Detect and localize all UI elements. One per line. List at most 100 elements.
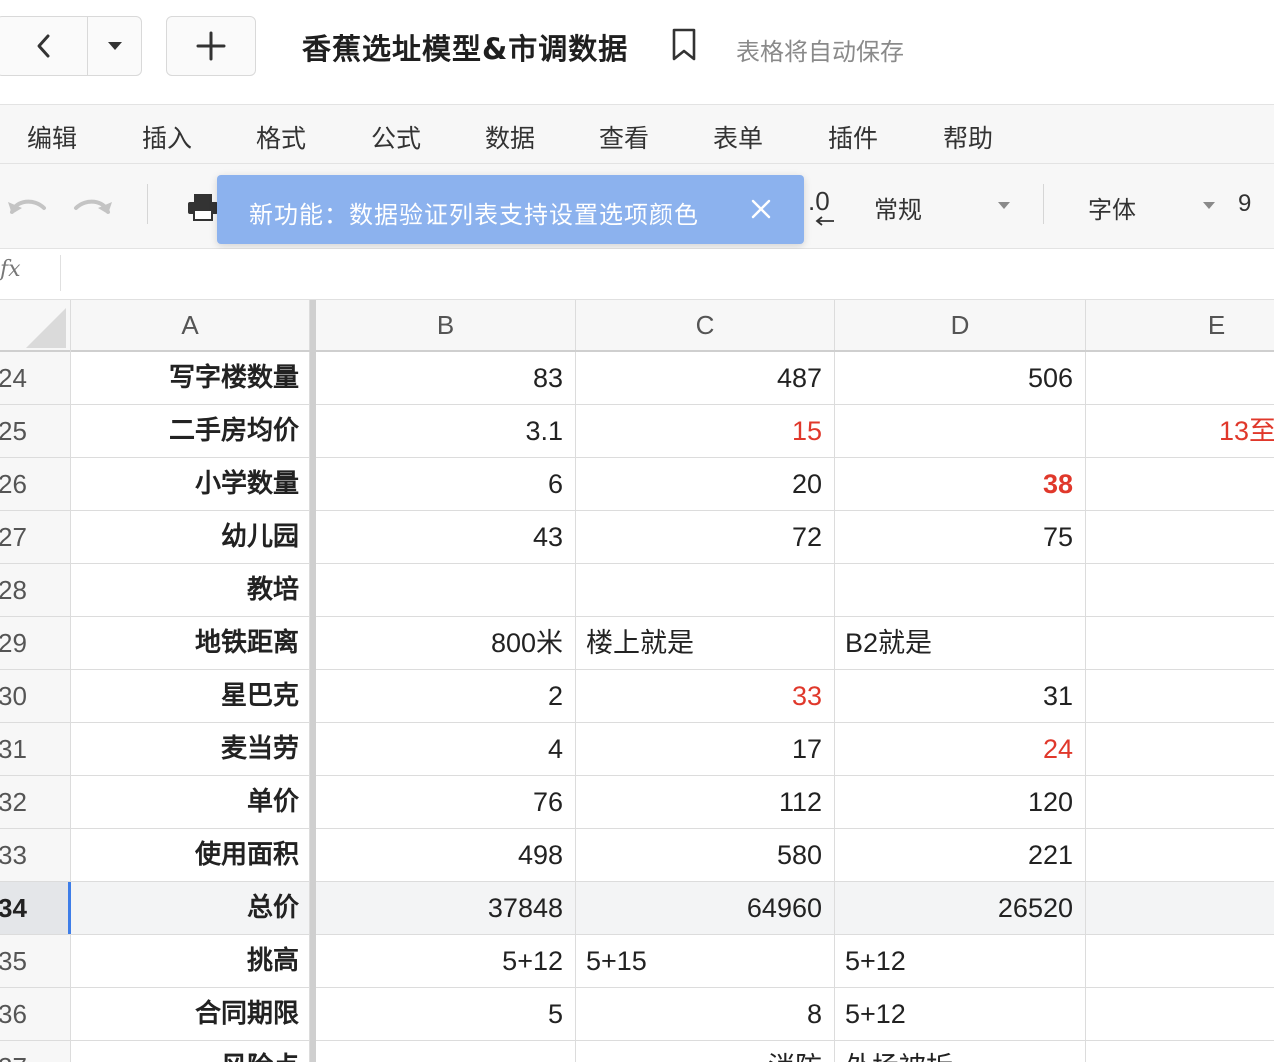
- cell-c27[interactable]: 72: [576, 511, 835, 563]
- cell-e37[interactable]: [1086, 1041, 1274, 1062]
- cell-b28[interactable]: [316, 564, 576, 616]
- cell-c34[interactable]: 64960: [576, 882, 835, 934]
- formula-input[interactable]: [72, 259, 1262, 289]
- cell-d24[interactable]: 506: [835, 352, 1086, 404]
- cell-a27[interactable]: 幼儿园: [71, 511, 310, 563]
- row-header[interactable]: 30: [0, 670, 71, 722]
- redo-icon[interactable]: [72, 192, 114, 218]
- cell-b31[interactable]: 4: [316, 723, 576, 775]
- column-header-a[interactable]: A: [71, 300, 310, 350]
- bookmark-icon[interactable]: [670, 28, 698, 62]
- cell-a25[interactable]: 二手房均价: [71, 405, 310, 457]
- row-header[interactable]: 27: [0, 511, 71, 563]
- cell-c25[interactable]: 15: [576, 405, 835, 457]
- cell-d31[interactable]: 24: [835, 723, 1086, 775]
- row-header[interactable]: 24: [0, 352, 71, 404]
- cell-b33[interactable]: 498: [316, 829, 576, 881]
- cell-a36[interactable]: 合同期限: [71, 988, 310, 1040]
- row-header[interactable]: 37: [0, 1041, 71, 1062]
- row-header[interactable]: 26: [0, 458, 71, 510]
- cell-c36[interactable]: 8: [576, 988, 835, 1040]
- cell-c30[interactable]: 33: [576, 670, 835, 722]
- row-header[interactable]: 25: [0, 405, 71, 457]
- row-header[interactable]: 32: [0, 776, 71, 828]
- cell-b32[interactable]: 76: [316, 776, 576, 828]
- cell-a33[interactable]: 使用面积: [71, 829, 310, 881]
- cell-b29[interactable]: 800米: [316, 617, 576, 669]
- new-document-button[interactable]: [166, 16, 256, 76]
- cell-d32[interactable]: 120: [835, 776, 1086, 828]
- cell-e30[interactable]: [1086, 670, 1274, 722]
- row-header[interactable]: 36: [0, 988, 71, 1040]
- cell-d30[interactable]: 31: [835, 670, 1086, 722]
- cell-c37[interactable]: 消防: [576, 1041, 835, 1062]
- frozen-column-divider[interactable]: [310, 300, 316, 1062]
- cell-c31[interactable]: 17: [576, 723, 835, 775]
- menu-data[interactable]: 数据: [485, 119, 535, 155]
- cell-c28[interactable]: [576, 564, 835, 616]
- menu-format[interactable]: 格式: [256, 119, 306, 155]
- column-header-c[interactable]: C: [576, 300, 835, 350]
- cell-e26[interactable]: [1086, 458, 1274, 510]
- select-all-corner[interactable]: [0, 300, 71, 352]
- cell-b35[interactable]: 5+12: [316, 935, 576, 987]
- menu-help[interactable]: 帮助: [943, 119, 993, 155]
- cell-a37[interactable]: 风险点: [71, 1041, 310, 1062]
- row-header[interactable]: 28: [0, 564, 71, 616]
- cell-a28[interactable]: 教培: [71, 564, 310, 616]
- menu-view[interactable]: 查看: [599, 119, 649, 155]
- cell-d29[interactable]: B2就是: [835, 617, 1086, 669]
- print-icon[interactable]: [186, 192, 220, 222]
- column-header-d[interactable]: D: [835, 300, 1086, 350]
- cell-e32[interactable]: [1086, 776, 1274, 828]
- cell-d25[interactable]: [835, 405, 1086, 457]
- row-header[interactable]: 33: [0, 829, 71, 881]
- cell-c26[interactable]: 20: [576, 458, 835, 510]
- row-header[interactable]: 35: [0, 935, 71, 987]
- column-header-e[interactable]: E: [1086, 300, 1274, 350]
- cell-e35[interactable]: [1086, 935, 1274, 987]
- cell-e33[interactable]: [1086, 829, 1274, 881]
- cell-a30[interactable]: 星巴克: [71, 670, 310, 722]
- cell-a32[interactable]: 单价: [71, 776, 310, 828]
- cell-e31[interactable]: [1086, 723, 1274, 775]
- back-button[interactable]: [1, 17, 87, 75]
- cell-b25[interactable]: 3.1: [316, 405, 576, 457]
- font-size-select[interactable]: 9: [1238, 190, 1251, 218]
- cell-e24[interactable]: [1086, 352, 1274, 404]
- cell-d27[interactable]: 75: [835, 511, 1086, 563]
- cell-b24[interactable]: 83: [316, 352, 576, 404]
- cell-d26[interactable]: 38: [835, 458, 1086, 510]
- increase-decimal-button[interactable]: .0: [808, 186, 830, 217]
- cell-b27[interactable]: 43: [316, 511, 576, 563]
- cell-a31[interactable]: 麦当劳: [71, 723, 310, 775]
- cell-d37[interactable]: 外场被拆: [835, 1041, 1086, 1062]
- undo-icon[interactable]: [6, 192, 48, 218]
- cell-b36[interactable]: 5: [316, 988, 576, 1040]
- cell-d33[interactable]: 221: [835, 829, 1086, 881]
- menu-edit[interactable]: 编辑: [27, 119, 77, 155]
- cell-d34[interactable]: 26520: [835, 882, 1086, 934]
- cell-a24[interactable]: 写字楼数量: [71, 352, 310, 404]
- cell-c35[interactable]: 5+15: [576, 935, 835, 987]
- cell-c29[interactable]: 楼上就是: [576, 617, 835, 669]
- cell-e29[interactable]: [1086, 617, 1274, 669]
- cell-c32[interactable]: 112: [576, 776, 835, 828]
- number-format-select[interactable]: 常规: [874, 190, 922, 225]
- document-title[interactable]: 香蕉选址模型&市调数据: [302, 26, 628, 68]
- cell-e34[interactable]: [1086, 882, 1274, 934]
- cell-a35[interactable]: 挑高: [71, 935, 310, 987]
- menu-plugins[interactable]: 插件: [828, 119, 878, 155]
- cell-a29[interactable]: 地铁距离: [71, 617, 310, 669]
- menu-insert[interactable]: 插入: [142, 119, 192, 155]
- cell-c33[interactable]: 580: [576, 829, 835, 881]
- cell-d36[interactable]: 5+12: [835, 988, 1086, 1040]
- history-dropdown-button[interactable]: [88, 17, 142, 75]
- cell-c24[interactable]: 487: [576, 352, 835, 404]
- menu-formula[interactable]: 公式: [371, 119, 421, 155]
- row-header[interactable]: 31: [0, 723, 71, 775]
- cell-b34[interactable]: 37848: [316, 882, 576, 934]
- cell-e25[interactable]: 13至: [1086, 405, 1274, 457]
- font-family-select[interactable]: 字体: [1088, 190, 1136, 225]
- cell-b30[interactable]: 2: [316, 670, 576, 722]
